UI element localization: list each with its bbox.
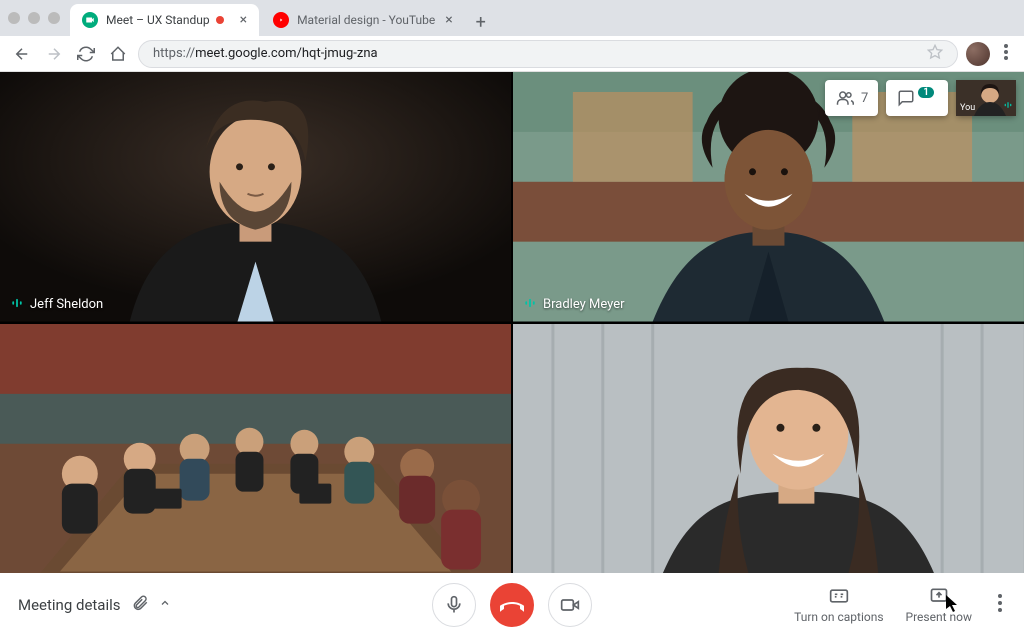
speaking-indicator-icon xyxy=(10,296,24,314)
url-scheme: https:// xyxy=(153,46,195,61)
tab-close-button[interactable]: × xyxy=(240,12,247,28)
tab-meet[interactable]: Meet – UX Standup × xyxy=(70,4,259,36)
traffic-minimize[interactable] xyxy=(28,12,40,24)
chat-button[interactable]: 1 xyxy=(886,80,948,116)
new-tab-button[interactable]: + xyxy=(467,8,495,36)
mouse-cursor-icon xyxy=(946,595,960,617)
profile-avatar[interactable] xyxy=(966,42,990,66)
participant-tile[interactable]: Jeff Sheldon xyxy=(0,72,511,322)
hangup-icon xyxy=(500,593,524,617)
attachment-icon xyxy=(131,594,149,616)
camera-icon xyxy=(560,595,580,615)
participant-video xyxy=(513,324,1024,574)
participant-name-label: Jeff Sheldon xyxy=(10,296,103,314)
window-traffic-lights xyxy=(8,12,60,24)
microphone-icon xyxy=(444,595,464,615)
bottom-bar: Meeting details Turn on captions Present… xyxy=(0,573,1024,637)
tab-youtube[interactable]: Material design - YouTube × xyxy=(261,4,465,36)
browser-menu-button[interactable] xyxy=(998,44,1014,64)
participants-count: 7 xyxy=(861,91,868,106)
traffic-close[interactable] xyxy=(8,12,20,24)
tab-title: Material design - YouTube xyxy=(297,13,435,27)
nav-reload-button[interactable] xyxy=(74,42,98,66)
tab-close-button[interactable]: × xyxy=(445,12,452,28)
participant-tile[interactable] xyxy=(0,324,511,574)
mute-mic-button[interactable] xyxy=(432,583,476,627)
address-bar[interactable]: https://meet.google.com/hqt-jmug-zna xyxy=(138,40,958,68)
meeting-details-button[interactable]: Meeting details xyxy=(18,594,171,616)
bookmark-star-icon[interactable] xyxy=(927,44,943,64)
nav-forward-button[interactable] xyxy=(42,42,66,66)
nav-home-button[interactable] xyxy=(106,42,130,66)
self-speaking-icon xyxy=(1003,100,1013,113)
url-text: meet.google.com/hqt-jmug-zna xyxy=(195,46,377,61)
participant-tile[interactable] xyxy=(513,324,1024,574)
chat-icon xyxy=(896,89,916,107)
call-controls xyxy=(432,583,592,627)
tab-title: Meet – UX Standup xyxy=(106,13,210,27)
nav-back-button[interactable] xyxy=(10,42,34,66)
participant-name-label: Bradley Meyer xyxy=(523,296,625,314)
participant-video xyxy=(0,324,511,574)
present-button[interactable]: Present now xyxy=(906,586,972,624)
leave-call-button[interactable] xyxy=(490,583,534,627)
meet-favicon-icon xyxy=(82,12,98,28)
traffic-zoom[interactable] xyxy=(48,12,60,24)
participant-video xyxy=(0,72,511,322)
captions-button[interactable]: Turn on captions xyxy=(794,586,883,624)
captions-icon xyxy=(828,586,850,606)
bottom-right-actions: Turn on captions Present now xyxy=(794,586,1006,624)
chat-unread-badge: 1 xyxy=(918,87,934,98)
self-view-thumbnail[interactable]: You xyxy=(956,80,1016,116)
video-grid: Jeff Sheldon Br xyxy=(0,72,1024,573)
toggle-camera-button[interactable] xyxy=(548,583,592,627)
people-icon xyxy=(835,89,855,107)
browser-tab-strip: Meet – UX Standup × Material design - Yo… xyxy=(0,0,1024,36)
more-options-button[interactable] xyxy=(994,594,1006,616)
self-label: You xyxy=(960,103,975,113)
recording-indicator-icon xyxy=(216,16,224,24)
participants-button[interactable]: 7 xyxy=(825,80,878,116)
top-right-controls: 7 1 You xyxy=(825,80,1016,116)
chevron-up-icon xyxy=(159,597,171,613)
browser-toolbar: https://meet.google.com/hqt-jmug-zna xyxy=(0,36,1024,72)
youtube-favicon-icon xyxy=(273,12,289,28)
speaking-indicator-icon xyxy=(523,296,537,314)
